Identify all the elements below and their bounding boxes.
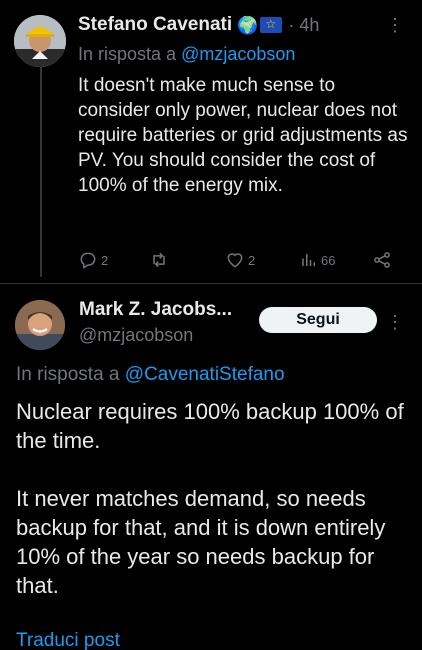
analytics-icon bbox=[302, 254, 315, 266]
follow-button[interactable]: Segui bbox=[259, 307, 377, 333]
views-button[interactable]: 66 bbox=[300, 250, 335, 270]
tweet-paragraph: It never matches demand, so needs backup… bbox=[16, 486, 386, 598]
like-count: 2 bbox=[248, 252, 256, 268]
action-bar: 2 2 66 bbox=[78, 250, 398, 274]
timestamp[interactable]: · 4h bbox=[288, 15, 319, 36]
avatar[interactable] bbox=[14, 15, 66, 67]
replying-to: In risposta a @mzjacobson bbox=[78, 44, 295, 65]
replying-prefix: In risposta a bbox=[16, 364, 120, 385]
more-options-icon[interactable]: ⋮ bbox=[386, 15, 404, 36]
reply-button[interactable]: 2 bbox=[78, 250, 108, 270]
share-button[interactable] bbox=[372, 250, 392, 270]
author-name[interactable]: Stefano Cavenati bbox=[78, 14, 232, 36]
replying-to-handle[interactable]: @mzjacobson bbox=[181, 44, 295, 64]
divider bbox=[0, 283, 422, 284]
author-name[interactable]: Mark Z. Jacobs... bbox=[79, 299, 232, 321]
replying-to: In risposta a @CavenatiStefano bbox=[16, 364, 285, 386]
replying-prefix: In risposta a bbox=[78, 44, 177, 64]
tweet-paragraph: Nuclear requires 100% backup 100% of the… bbox=[16, 399, 404, 453]
replying-to-handle[interactable]: @CavenatiStefano bbox=[125, 364, 285, 385]
heart-icon bbox=[227, 253, 243, 268]
tweet-text: It doesn't make much sense to consider o… bbox=[78, 75, 408, 196]
like-button[interactable]: 2 bbox=[225, 250, 255, 270]
eu-flag-icon bbox=[260, 17, 283, 33]
author-handle[interactable]: @mzjacobson bbox=[79, 325, 193, 346]
tweet-text: Nuclear requires 100% backup 100% of the… bbox=[16, 397, 411, 600]
main-tweet: Mark Z. Jacobs... @mzjacobson Segui ⋮ In… bbox=[0, 285, 422, 650]
repost-icon bbox=[153, 252, 165, 268]
translate-link[interactable]: Traduci post bbox=[16, 630, 216, 650]
repost-button[interactable] bbox=[148, 250, 170, 270]
view-count: 66 bbox=[321, 252, 336, 268]
share-icon bbox=[374, 252, 390, 268]
globe-icon: 🌍 bbox=[237, 15, 259, 35]
author-line: Stefano Cavenati 🌍 · 4h bbox=[78, 12, 319, 38]
reply-tweet[interactable]: Stefano Cavenati 🌍 · 4h ⋮ In risposta a … bbox=[0, 0, 422, 283]
reply-count: 2 bbox=[101, 252, 109, 268]
avatar[interactable] bbox=[15, 300, 65, 350]
more-options-icon[interactable]: ⋮ bbox=[386, 312, 404, 333]
reply-icon bbox=[80, 252, 96, 269]
